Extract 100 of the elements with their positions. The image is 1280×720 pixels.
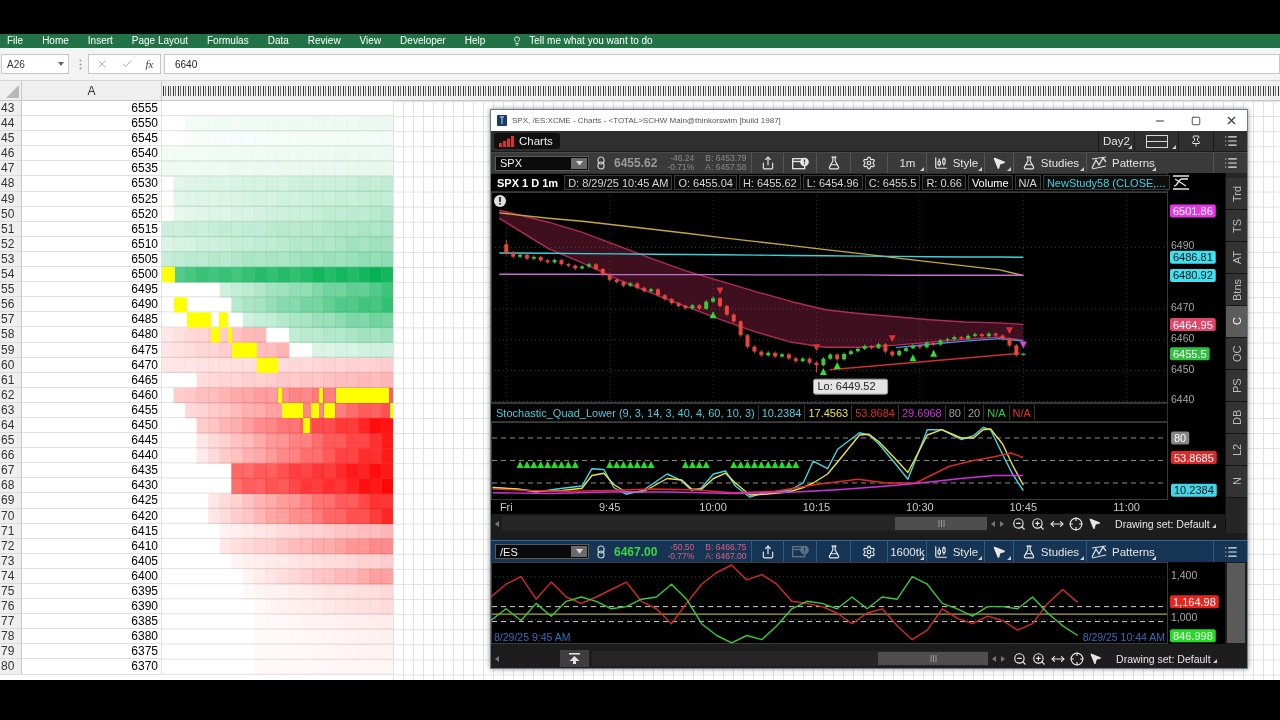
side-tab[interactable]: C — [1226, 306, 1247, 338]
tell-me-search[interactable]: Tell me what you want to do — [512, 35, 653, 47]
scroll-left-icon — [495, 520, 499, 527]
side-tab[interactable]: N — [1226, 466, 1247, 498]
collapse-button[interactable] — [560, 650, 589, 667]
crosshair-icon[interactable] — [1070, 651, 1085, 666]
ribbon-tab[interactable]: Help — [464, 35, 486, 47]
axis-label: 6440 — [1171, 393, 1195, 403]
symbol-field[interactable]: /ES — [495, 544, 589, 559]
axis-label: 11:00 — [1113, 501, 1140, 513]
side-tab[interactable]: PS — [1226, 370, 1247, 402]
dropdown-corner-icon — [1212, 658, 1217, 663]
link-icon[interactable] — [597, 544, 605, 559]
row-header[interactable]: 48 — [0, 176, 22, 192]
ribbon-tab[interactable]: Developer — [400, 35, 446, 47]
table-cell: 6540 — [22, 146, 162, 162]
zoom-out-icon[interactable] — [1013, 651, 1028, 666]
row-header[interactable]: 54 — [0, 267, 22, 283]
net-change: -46.24 — [670, 154, 695, 163]
cursor-icon — [992, 544, 1007, 559]
column-header[interactable]: A — [22, 81, 162, 100]
row-header[interactable]: 78 — [0, 629, 22, 645]
dropdown-button[interactable] — [571, 157, 587, 169]
cursor-icon[interactable] — [1088, 517, 1102, 530]
table-cell: 6390 — [22, 599, 162, 615]
up-triangle-icon — [709, 311, 717, 319]
down-triangle-icon — [716, 287, 724, 295]
row-header[interactable]: 69 — [0, 493, 22, 509]
insert-function-button[interactable]: fx — [145, 58, 154, 70]
row-header[interactable]: 65 — [0, 433, 22, 449]
side-tab[interactable]: TS — [1226, 210, 1247, 242]
ribbon-tab[interactable]: Page Layout — [131, 35, 188, 47]
ribbon-tab[interactable]: Data — [267, 35, 289, 47]
scrollbar-thumb[interactable] — [878, 652, 988, 665]
side-tab[interactable]: L2 — [1226, 434, 1247, 466]
ribbon-tab[interactable]: Review — [307, 35, 341, 47]
ribbon-tab[interactable]: Insert — [87, 35, 113, 47]
row-header[interactable]: 79 — [0, 644, 22, 660]
table-cell: 6450 — [22, 417, 162, 434]
table-cell: 6460 — [22, 387, 162, 403]
scrollbar[interactable] — [592, 651, 988, 666]
alert-screen-icon — [791, 156, 809, 170]
ribbon-tab[interactable]: Home — [42, 35, 69, 47]
row-header[interactable]: 55 — [0, 282, 22, 298]
link-icon[interactable] — [597, 156, 605, 170]
scroll-right-icon — [1000, 520, 1005, 527]
vertical-scrollbar[interactable] — [1227, 563, 1245, 643]
row-header[interactable]: 56 — [0, 297, 22, 313]
zoom-out-icon[interactable] — [1012, 516, 1027, 531]
formula-input[interactable]: 6640 — [164, 54, 1280, 74]
crosshair-icon[interactable] — [1069, 516, 1084, 531]
row-header[interactable]: 44 — [0, 116, 22, 132]
side-tab[interactable]: AT — [1226, 242, 1247, 274]
charts-button[interactable]: Charts — [494, 133, 560, 149]
table-cell: 6465 — [22, 372, 162, 388]
curve-icon[interactable] — [1172, 175, 1190, 190]
row-header[interactable]: 77 — [0, 614, 22, 630]
zoom-in-icon[interactable] — [1031, 516, 1046, 531]
symbol-label: SPX 1 D 1m — [496, 175, 560, 190]
study-level: 80 — [947, 405, 962, 420]
check-icon[interactable] — [120, 58, 133, 70]
table-cell: 6530 — [22, 176, 162, 192]
scrollbar-thumb[interactable] — [895, 517, 987, 530]
drawing-set-dropdown[interactable]: Drawing set: Default — [1116, 652, 1219, 665]
cursor-icon[interactable] — [1089, 652, 1103, 665]
axis-label: 10:00 — [699, 501, 727, 513]
row-header[interactable]: 66 — [0, 448, 22, 464]
drawing-set-dropdown[interactable]: Drawing set: Default — [1115, 517, 1218, 530]
table-cell: 6395 — [22, 584, 162, 600]
table-cell: 6470 — [22, 357, 162, 373]
row-header[interactable]: 80 — [0, 659, 22, 675]
row-header[interactable]: 47 — [0, 161, 22, 177]
row-header[interactable]: 43 — [0, 101, 22, 117]
side-tab[interactable]: OC — [1226, 338, 1247, 370]
zoom-in-icon[interactable] — [1032, 651, 1047, 666]
row-header[interactable]: 67 — [0, 463, 22, 479]
flask-icon — [826, 544, 841, 559]
row-header[interactable]: 57 — [0, 312, 22, 328]
share-icon — [760, 544, 775, 559]
symbol-field[interactable]: SPX — [495, 155, 589, 171]
candle — [511, 253, 516, 257]
side-tab[interactable]: Trd — [1226, 178, 1247, 210]
ribbon-tab[interactable]: View — [359, 35, 382, 47]
row-header[interactable]: 75 — [0, 584, 22, 600]
name-box[interactable]: A26 — [1, 54, 69, 74]
side-tab[interactable]: Btns — [1226, 274, 1247, 306]
row-header[interactable]: 68 — [0, 478, 22, 494]
bar-chart-icon — [499, 135, 514, 147]
row-header[interactable]: 45 — [0, 131, 22, 147]
row-header[interactable]: 46 — [0, 146, 22, 162]
up-triangle-icon — [909, 354, 917, 362]
value-badge: 846.998 — [1170, 629, 1216, 643]
row-header[interactable]: 76 — [0, 599, 22, 615]
alert-icon[interactable] — [494, 195, 506, 207]
scrollbar[interactable] — [502, 516, 987, 531]
value-badge: 6464.95 — [1170, 318, 1216, 332]
row-header[interactable]: 58 — [0, 327, 22, 343]
side-tab[interactable]: DB — [1226, 402, 1247, 434]
ribbon-tab[interactable]: Formulas — [207, 35, 249, 47]
ribbon-tab[interactable]: File — [7, 35, 24, 47]
